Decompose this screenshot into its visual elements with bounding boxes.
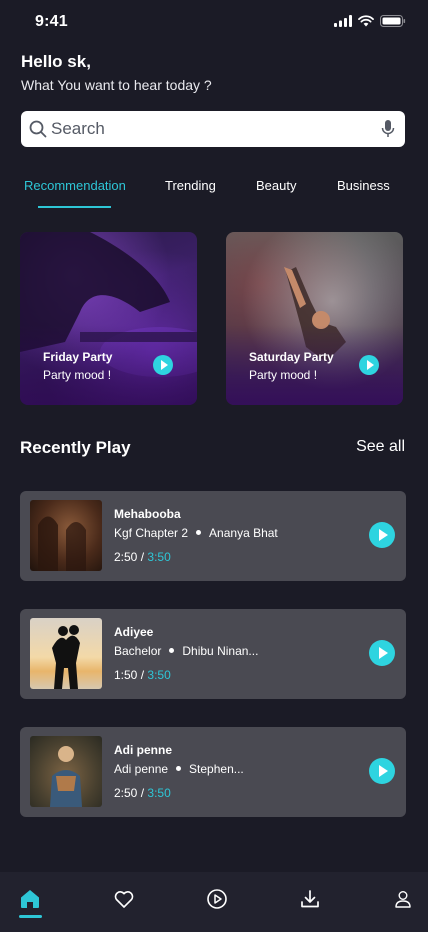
battery-icon (380, 15, 406, 27)
track-album: Adi penne (114, 762, 169, 776)
separator-dot (176, 766, 182, 772)
track-thumbnail (30, 736, 102, 807)
track-time: 2:50 / 3:50 (114, 786, 171, 800)
track-meta: Bachelor Dhibu Ninan... (114, 644, 258, 658)
elapsed-time: 1:50 (114, 668, 138, 682)
total-time: 3:50 (147, 786, 171, 800)
subtitle: What You want to hear today ? (21, 77, 212, 93)
section-title-recently-play: Recently Play (20, 438, 131, 457)
track-artist: Dhibu Ninan... (182, 644, 259, 658)
separator-dot (169, 648, 175, 654)
active-nav-indicator (19, 915, 42, 918)
card-title: Saturday Party (249, 350, 334, 364)
track-artist: Ananya Bhat (209, 526, 278, 540)
track-album: Kgf Chapter 2 (114, 526, 189, 540)
elapsed-time: 2:50 (114, 550, 138, 564)
track-time: 1:50 / 3:50 (114, 668, 171, 682)
user-icon[interactable] (391, 887, 415, 911)
tab-business[interactable]: Business (337, 178, 390, 193)
separator-dot (196, 530, 202, 536)
card-subtitle: Party mood ! (43, 368, 112, 382)
active-tab-indicator (38, 206, 111, 208)
wifi-icon (358, 15, 374, 27)
search-input[interactable] (51, 119, 381, 139)
total-time: 3:50 (147, 550, 171, 564)
total-time: 3:50 (147, 668, 171, 682)
heart-icon[interactable] (112, 887, 136, 911)
track-title: Adiyee (114, 625, 154, 639)
featured-card-saturday[interactable]: Saturday Party Party mood ! (226, 232, 403, 405)
track-time: 2:50 / 3:50 (114, 550, 171, 564)
signal-icon (334, 15, 352, 27)
tab-trending[interactable]: Trending (165, 178, 216, 193)
home-icon[interactable] (18, 887, 42, 911)
track-thumbnail (30, 618, 102, 689)
track-title: Mehabooba (114, 507, 181, 521)
featured-card-friday[interactable]: Friday Party Party mood ! (20, 232, 197, 405)
play-circle-icon[interactable] (205, 887, 229, 911)
status-bar: 9:41 (0, 0, 428, 44)
microphone-icon[interactable] (381, 119, 395, 139)
track-item[interactable]: Mehabooba Kgf Chapter 2 Ananya Bhat 2:50 … (20, 491, 406, 581)
track-title: Adi penne (114, 743, 173, 757)
track-item[interactable]: Adiyee Bachelor Dhibu Ninan... 1:50 / 3:5… (20, 609, 406, 699)
play-icon[interactable] (153, 355, 173, 375)
tab-beauty[interactable]: Beauty (256, 178, 296, 193)
play-icon[interactable] (369, 758, 395, 784)
search-bar[interactable] (21, 111, 405, 147)
track-artist: Stephen... (189, 762, 244, 776)
download-icon[interactable] (298, 887, 322, 911)
bottom-navigation (0, 872, 428, 932)
status-icons (334, 15, 406, 27)
track-item[interactable]: Adi penne Adi penne Stephen... 2:50 / 3:5… (20, 727, 406, 817)
track-meta: Adi penne Stephen... (114, 762, 244, 776)
elapsed-time: 2:50 (114, 786, 138, 800)
track-meta: Kgf Chapter 2 Ananya Bhat (114, 526, 278, 540)
tab-recommendation[interactable]: Recommendation (24, 178, 126, 193)
card-subtitle: Party mood ! (249, 368, 318, 382)
play-icon[interactable] (369, 640, 395, 666)
play-icon[interactable] (369, 522, 395, 548)
track-album: Bachelor (114, 644, 162, 658)
greeting: Hello sk, (21, 52, 91, 71)
search-icon (29, 120, 47, 138)
see-all-link[interactable]: See all (356, 438, 405, 456)
track-thumbnail (30, 500, 102, 571)
play-icon[interactable] (359, 355, 379, 375)
card-title: Friday Party (43, 350, 113, 364)
status-time: 9:41 (35, 13, 68, 30)
